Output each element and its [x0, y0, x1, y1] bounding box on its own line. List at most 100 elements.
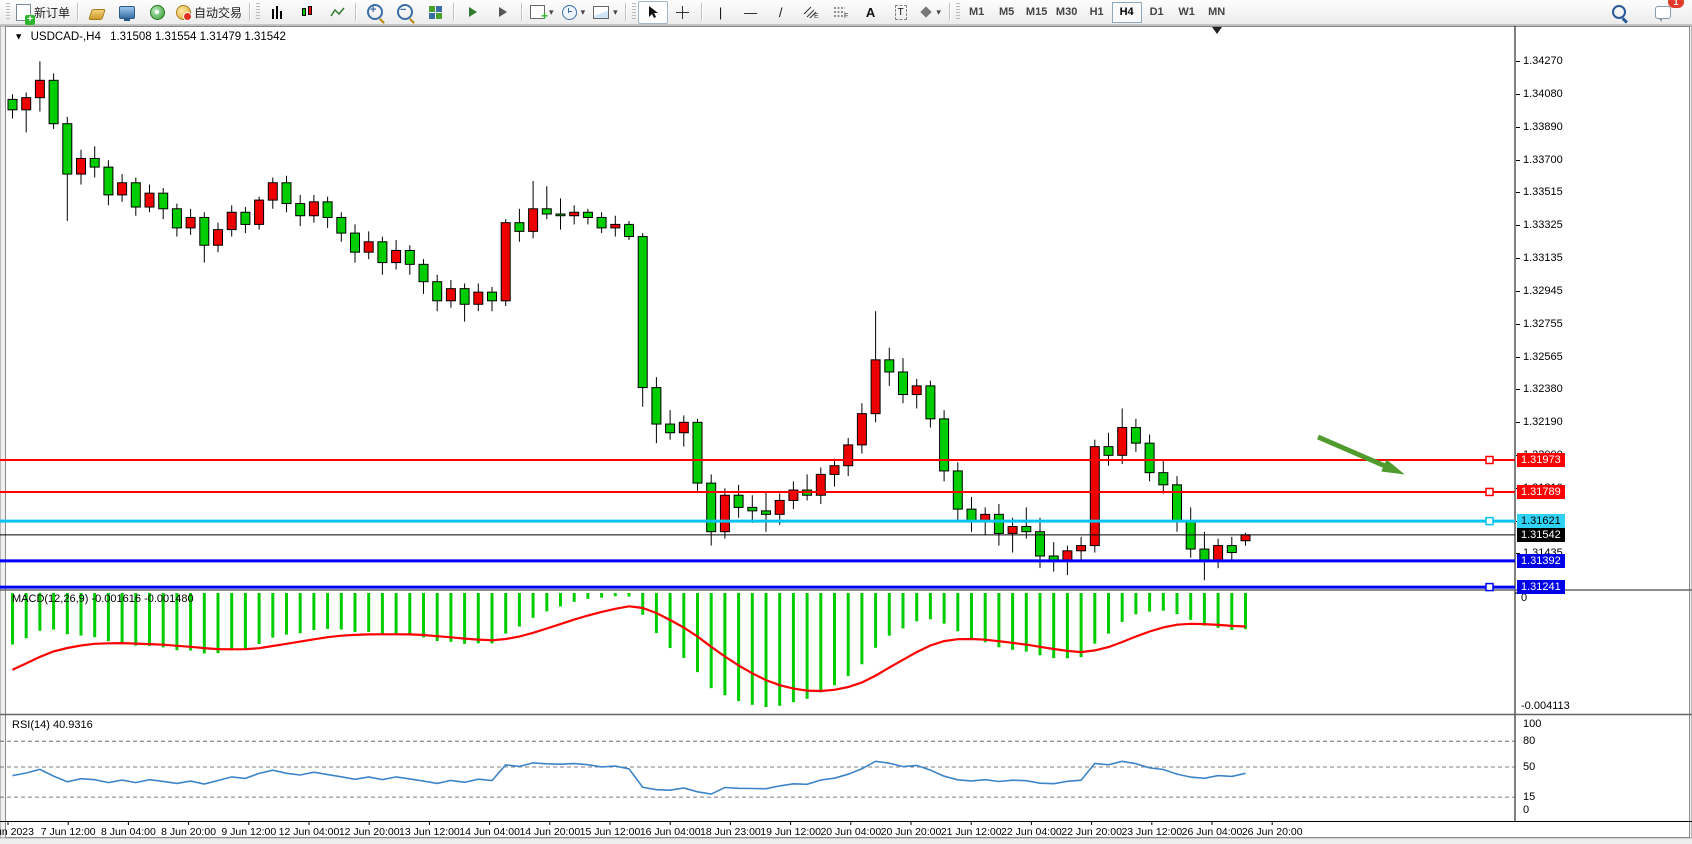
timeframe-button-M5[interactable]: M5	[992, 2, 1022, 23]
mt4-terminal: 新订单 自动交易 + − ▾ ▾ ▾ |	[0, 0, 1692, 844]
price-tick-mark	[1516, 160, 1520, 161]
signals-button[interactable]	[142, 1, 172, 24]
zoom-in-button[interactable]: +	[360, 1, 390, 24]
price-tick-label: 1.33890	[1523, 121, 1563, 133]
new-order-label: 新订单	[34, 4, 70, 21]
toolbar-separator	[701, 3, 703, 21]
auto-scroll-icon	[469, 7, 477, 17]
price-tick-label: 1.33135	[1523, 252, 1563, 264]
date-tick-label: 8 Jun 20:00	[161, 826, 216, 838]
cursor-tool-button[interactable]	[638, 1, 668, 24]
rsi-level-label: 15	[1523, 791, 1535, 803]
text-tool-button[interactable]: A	[856, 1, 886, 24]
templates-button[interactable]: ▾	[589, 1, 622, 24]
price-tick-mark	[1516, 357, 1520, 358]
svg-text:E: E	[814, 13, 819, 19]
date-tick-label: 8 Jun 04:00	[101, 826, 156, 838]
equidistant-channel-icon: E	[803, 5, 819, 19]
chart-shift-marker-icon[interactable]	[1212, 27, 1222, 34]
horizontal-line-tool-button[interactable]: —	[736, 1, 766, 24]
vertical-line-tool-button[interactable]: |	[706, 1, 736, 24]
toolbar-grip[interactable]	[956, 3, 960, 21]
timeframe-button-H4[interactable]: H4	[1112, 2, 1142, 23]
arrows-icon	[921, 6, 932, 17]
fibonacci-tool-button[interactable]: F	[826, 1, 856, 24]
chart-menu-triangle-icon: ▼	[14, 32, 23, 42]
market-button[interactable]	[82, 1, 112, 24]
search-icon	[1612, 5, 1626, 19]
date-tick-label: 20 Jun 20:00	[881, 826, 942, 838]
price-line-badge: 1.31392	[1517, 554, 1565, 568]
timeframe-button-W1[interactable]: W1	[1172, 2, 1202, 23]
cursor-icon	[647, 5, 659, 19]
date-tick-label: 9 Jun 12:00	[221, 826, 276, 838]
text-label-icon: T	[895, 5, 907, 20]
periods-button[interactable]: ▾	[558, 1, 590, 24]
chart-symbol-period: USDCAD-,H4	[31, 31, 101, 43]
price-tick-mark	[1516, 225, 1520, 226]
tile-windows-button[interactable]	[420, 1, 450, 24]
timeframe-button-M1[interactable]: M1	[962, 2, 992, 23]
indicators-button[interactable]: ▾	[526, 1, 558, 24]
new-order-button[interactable]: 新订单	[12, 1, 74, 24]
toolbar-separator	[249, 3, 251, 21]
zoom-in-icon: +	[367, 4, 383, 20]
price-line-badge: 1.31241	[1517, 580, 1565, 594]
toolbar-grip[interactable]	[6, 3, 10, 21]
price-tick-mark	[1516, 258, 1520, 259]
rsi-level-label: 80	[1523, 735, 1535, 747]
date-tick-label: 26 Jun 20:00	[1242, 826, 1303, 838]
date-tick-label: 16 Jun 04:00	[640, 826, 701, 838]
date-tick-label: 18 Jun 23:00	[700, 826, 761, 838]
chart-window[interactable]	[5, 26, 1690, 838]
price-tick-mark	[1516, 127, 1520, 128]
date-tick-label: 20 Jun 04:00	[820, 826, 881, 838]
timeframe-button-H1[interactable]: H1	[1082, 2, 1112, 23]
price-tick-label: 1.34080	[1523, 88, 1563, 100]
price-tick-label: 1.32380	[1523, 383, 1563, 395]
virtual-hosting-icon	[119, 6, 135, 19]
arrows-tool-button[interactable]: ▾	[916, 1, 946, 24]
template-icon	[593, 6, 609, 19]
timeframe-button-D1[interactable]: D1	[1142, 2, 1172, 23]
timeframe-button-MN[interactable]: MN	[1202, 2, 1232, 23]
channel-tool-button[interactable]: E	[796, 1, 826, 24]
zoom-out-icon: −	[397, 4, 413, 20]
crosshair-tool-button[interactable]	[668, 1, 698, 24]
notifications-button[interactable]: 1	[1648, 1, 1678, 24]
auto-trading-button[interactable]: 自动交易	[172, 1, 246, 24]
toolbar-grip[interactable]	[256, 3, 260, 21]
macd-indicator-label: MACD(12,26,9) -0.001616 -0.001480	[12, 593, 194, 605]
market-icon	[88, 9, 106, 20]
price-tick-label: 1.33515	[1523, 186, 1563, 198]
chart-shift-button[interactable]	[488, 1, 518, 24]
price-tick-label: 1.32565	[1523, 351, 1563, 363]
timeframe-button-M15[interactable]: M15	[1022, 2, 1052, 23]
line-chart-mode-button[interactable]	[322, 1, 352, 24]
text-icon: A	[866, 6, 875, 19]
candlestick-mode-button[interactable]	[292, 1, 322, 24]
auto-scroll-button[interactable]	[458, 1, 488, 24]
price-tick-label: 1.33325	[1523, 219, 1563, 231]
date-tick-label: 6 Jun 2023	[0, 826, 34, 838]
label-tool-button[interactable]: T	[886, 1, 916, 24]
toolbar-separator	[77, 3, 79, 21]
toolbar-grip[interactable]	[632, 3, 636, 21]
bar-chart-mode-button[interactable]	[262, 1, 292, 24]
date-tick-label: 14 Jun 04:00	[459, 826, 520, 838]
zoom-out-button[interactable]: −	[390, 1, 420, 24]
timeframe-button-M30[interactable]: M30	[1052, 2, 1082, 23]
crosshair-icon	[676, 6, 689, 19]
window-bottom-strip	[0, 838, 1692, 844]
date-tick-label: 21 Jun 12:00	[941, 826, 1002, 838]
search-button[interactable]	[1604, 1, 1634, 24]
horizontal-line-icon: —	[744, 6, 757, 19]
toolbar-separator	[355, 3, 357, 21]
auto-trading-label: 自动交易	[194, 4, 242, 21]
chat-bubble-icon	[1655, 6, 1671, 19]
virtual-hosting-button[interactable]	[112, 1, 142, 24]
trendline-tool-button[interactable]: /	[766, 1, 796, 24]
price-line-badge: 1.31789	[1517, 485, 1565, 499]
new-order-icon	[16, 4, 31, 21]
date-tick-label: 19 Jun 12:00	[760, 826, 821, 838]
